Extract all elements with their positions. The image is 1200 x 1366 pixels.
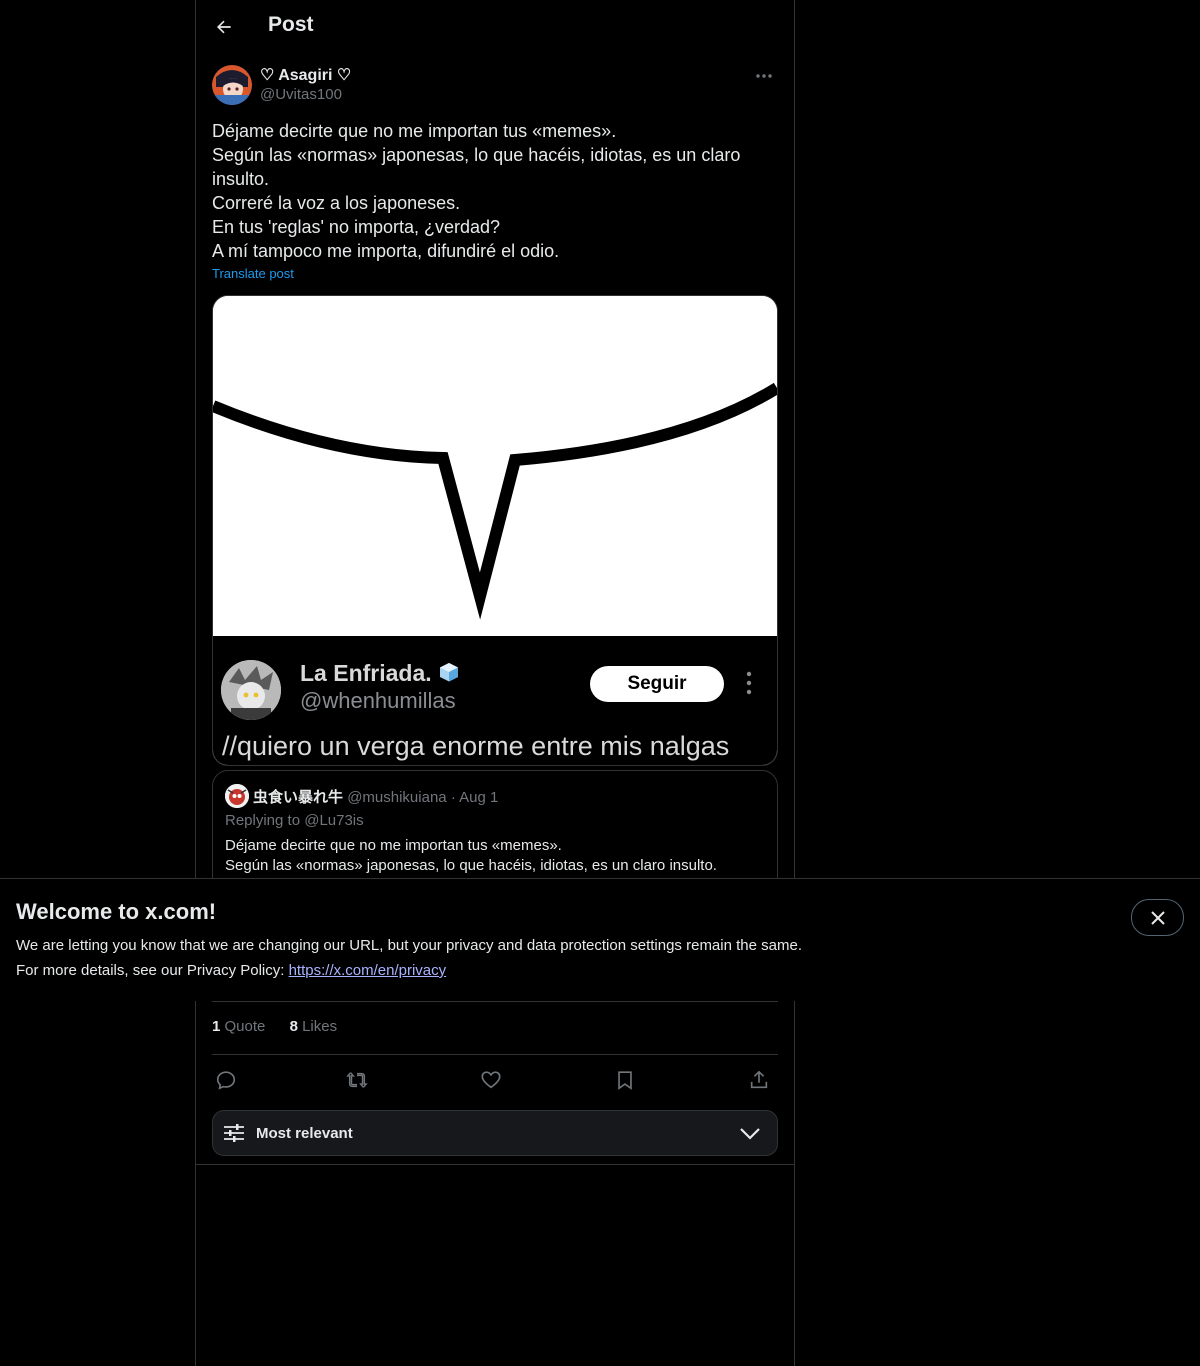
replying-to: Replying to @Lu73is (225, 812, 364, 829)
arrow-left-icon (217, 20, 231, 34)
post-text-line: insulto. (212, 169, 270, 189)
post-text: Déjame decirte que no me importan tus «m… (212, 119, 772, 263)
like-button[interactable] (477, 1066, 505, 1094)
banner-text-details: For more details, see our Privacy Policy… (16, 962, 447, 979)
url-change-banner: Welcome to x.com! We are letting you kno… (0, 878, 1200, 1001)
quoted-author-name: 虫食い暴れ牛 (253, 789, 344, 806)
post-text-line: Correré la voz a los japoneses. (212, 193, 461, 213)
divider (196, 1164, 794, 1165)
reply-button[interactable] (212, 1066, 240, 1094)
sort-label: Most relevant (256, 1125, 353, 1142)
page-title: Post (268, 13, 314, 36)
banner-title: Welcome to x.com! (16, 899, 217, 924)
quoted-text-line: Según las «normas» japonesas, lo que hac… (225, 857, 717, 874)
translate-post-link[interactable]: Translate post (212, 266, 294, 281)
author-avatar[interactable] (212, 65, 252, 105)
meta-separator: · (450, 789, 456, 806)
repost-button[interactable] (343, 1066, 371, 1094)
post-stats: 1 Quote 8 Likes (212, 1018, 357, 1040)
post-author: ♡ Asagiri ♡ @Uvitas100 (212, 64, 778, 108)
divider (212, 1001, 778, 1002)
quotes-stat[interactable]: 1 Quote (212, 1018, 270, 1035)
chevron-down-icon (740, 1128, 760, 1140)
author-handle[interactable]: @Uvitas100 (260, 86, 342, 103)
header: Post (196, 0, 794, 54)
divider (212, 1054, 778, 1055)
post-actions (212, 1064, 778, 1096)
speech-bubble-image (213, 296, 777, 636)
quoted-text-line: Déjame decirte que no me importan tus «m… (225, 837, 562, 854)
quoted-post-date: Aug 1 (459, 789, 499, 806)
close-icon (1150, 910, 1165, 925)
card-follow-button: Seguir (590, 666, 724, 702)
sort-replies-dropdown[interactable]: Most relevant (212, 1110, 778, 1156)
like-icon (481, 1071, 501, 1089)
card-handle: @whenhumillas (300, 688, 456, 713)
bookmark-icon (618, 1071, 632, 1090)
bookmark-button[interactable] (611, 1066, 639, 1094)
banner-text: We are letting you know that we are chan… (16, 937, 802, 954)
quoted-author-handle: @mushikuiana (347, 789, 447, 806)
close-banner-button[interactable] (1131, 899, 1184, 936)
card-name: La Enfriada. (300, 660, 460, 687)
post-text-line: A mí tampoco me importa, difundiré el od… (212, 241, 560, 261)
main-column: Post ♡ Asagiri ♡ @Uvitas100 Déjame decir… (195, 0, 795, 1366)
likes-stat[interactable]: 8 Likes (290, 1018, 338, 1035)
sliders-icon (224, 1124, 244, 1142)
post-text-line: En tus 'reglas' no importa, ¿verdad? (212, 217, 501, 237)
share-icon (750, 1070, 768, 1089)
card-avatar (221, 660, 281, 720)
more-vertical-icon (746, 671, 752, 695)
quoted-author-avatar (225, 784, 249, 808)
post-media[interactable]: La Enfriada. @whenhumillas Seguir //quie… (212, 295, 778, 766)
reply-icon (216, 1071, 236, 1090)
back-button[interactable] (206, 9, 242, 45)
author-name[interactable]: ♡ Asagiri ♡ (260, 65, 351, 85)
more-options-button[interactable] (750, 64, 778, 88)
ice-cube-icon (440, 663, 459, 682)
quoted-post-meta: 虫食い暴れ牛 @mushikuiana · Aug 1 (253, 786, 498, 807)
post-text-line: Según las «normas» japonesas, lo que hac… (212, 145, 741, 165)
post-text-line: Déjame decirte que no me importan tus «m… (212, 121, 617, 141)
share-button[interactable] (745, 1066, 773, 1094)
embedded-profile-card: La Enfriada. @whenhumillas Seguir //quie… (213, 636, 777, 765)
card-caption: //quiero un verga enorme entre mis nalga… (222, 731, 730, 761)
privacy-policy-link[interactable]: https://x.com/en/privacy (289, 962, 447, 979)
quoted-post-text: Déjame decirte que no me importan tus «m… (225, 836, 717, 876)
more-horizontal-icon (756, 74, 772, 78)
repost-icon (346, 1072, 368, 1088)
